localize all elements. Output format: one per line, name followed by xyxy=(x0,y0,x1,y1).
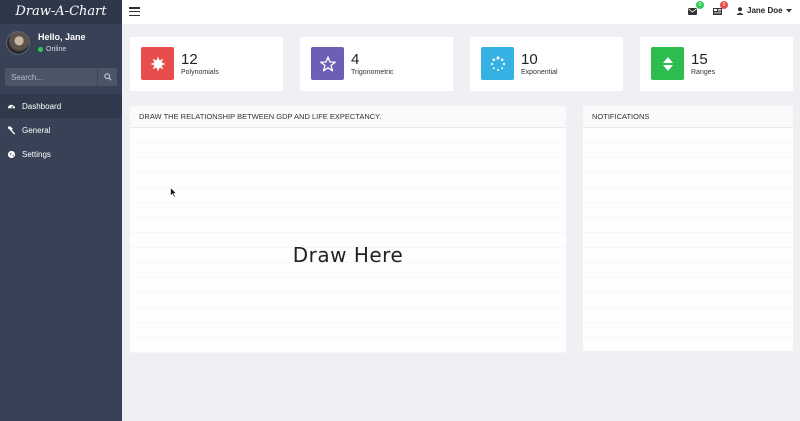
card-value: 10 xyxy=(521,51,538,68)
stat-card-polynomials[interactable]: 12 Polynomials xyxy=(130,37,283,91)
online-dot-icon xyxy=(38,47,43,52)
notifications-panel: NOTIFICATIONS xyxy=(583,106,793,351)
card-label: Ranges xyxy=(691,69,716,76)
menu-toggle-icon[interactable] xyxy=(129,7,140,17)
globe-icon xyxy=(7,150,16,158)
dashboard-icon xyxy=(7,104,16,109)
card-value: 15 xyxy=(691,51,708,68)
card-label: Polynomials xyxy=(181,69,219,76)
messages-icon[interactable] xyxy=(688,8,697,15)
draw-panel-title: DRAW THE RELATIONSHIP BETWEEN GDP AND LI… xyxy=(130,106,566,128)
sidebar-item-dashboard[interactable]: Dashboard xyxy=(0,94,122,118)
sidebar-item-settings[interactable]: Settings xyxy=(0,142,122,166)
star-icon xyxy=(319,55,336,71)
stat-card-ranges[interactable]: 15 Ranges xyxy=(640,37,793,91)
user-name: Jane Doe xyxy=(747,6,783,15)
mouse-cursor-icon xyxy=(170,187,177,198)
card-label: Exponential xyxy=(521,69,558,76)
user-panel: Hello, Jane Online xyxy=(0,29,122,69)
wrench-icon xyxy=(7,125,16,135)
sidebar-search xyxy=(5,68,117,86)
user-menu[interactable]: Jane Doe xyxy=(736,6,792,15)
notifications-list xyxy=(583,128,793,351)
avatar xyxy=(6,31,30,55)
messages-badge: 0 xyxy=(696,1,704,9)
card-icon-tile xyxy=(141,47,174,80)
newspaper-icon[interactable] xyxy=(713,8,722,15)
draw-panel: DRAW THE RELATIONSHIP BETWEEN GDP AND LI… xyxy=(130,106,566,353)
user-status-label: Online xyxy=(46,46,67,53)
gear-icon xyxy=(151,57,164,70)
top-navbar: 0 0 Jane Doe xyxy=(122,0,800,24)
stat-card-trigonometric[interactable]: 4 Trigonometric xyxy=(300,37,453,91)
sidebar: Draw-A-Chart Hello, Jane Online Dashboar… xyxy=(0,0,122,421)
search-input[interactable] xyxy=(5,68,97,86)
drawing-canvas[interactable]: Draw Here xyxy=(130,128,566,353)
search-icon xyxy=(103,73,112,81)
user-greeting: Hello, Jane xyxy=(38,32,86,42)
stat-card-exponential[interactable]: 10 Exponential xyxy=(470,37,623,91)
news-badge: 0 xyxy=(720,1,728,9)
notifications-panel-title: NOTIFICATIONS xyxy=(583,106,793,128)
sort-icon xyxy=(662,56,673,71)
card-icon-tile xyxy=(651,47,684,80)
sidebar-item-label: General xyxy=(22,125,51,135)
sidebar-item-label: Dashboard xyxy=(22,101,62,111)
card-label: Trigonometric xyxy=(351,69,394,76)
user-icon xyxy=(736,6,744,15)
card-icon-tile xyxy=(481,47,514,80)
card-value: 4 xyxy=(351,51,360,68)
sidebar-menu: Dashboard General Settings xyxy=(0,94,122,166)
brand-logo[interactable]: Draw-A-Chart xyxy=(0,0,122,24)
draw-here-label: Draw Here xyxy=(292,243,404,267)
spinner-icon xyxy=(490,56,505,71)
card-icon-tile xyxy=(311,47,344,80)
search-button[interactable] xyxy=(97,68,117,86)
caret-down-icon xyxy=(785,8,792,12)
sidebar-item-general[interactable]: General xyxy=(0,118,122,142)
user-status: Online xyxy=(38,46,66,53)
card-value: 12 xyxy=(181,51,198,68)
sidebar-item-label: Settings xyxy=(22,149,51,159)
